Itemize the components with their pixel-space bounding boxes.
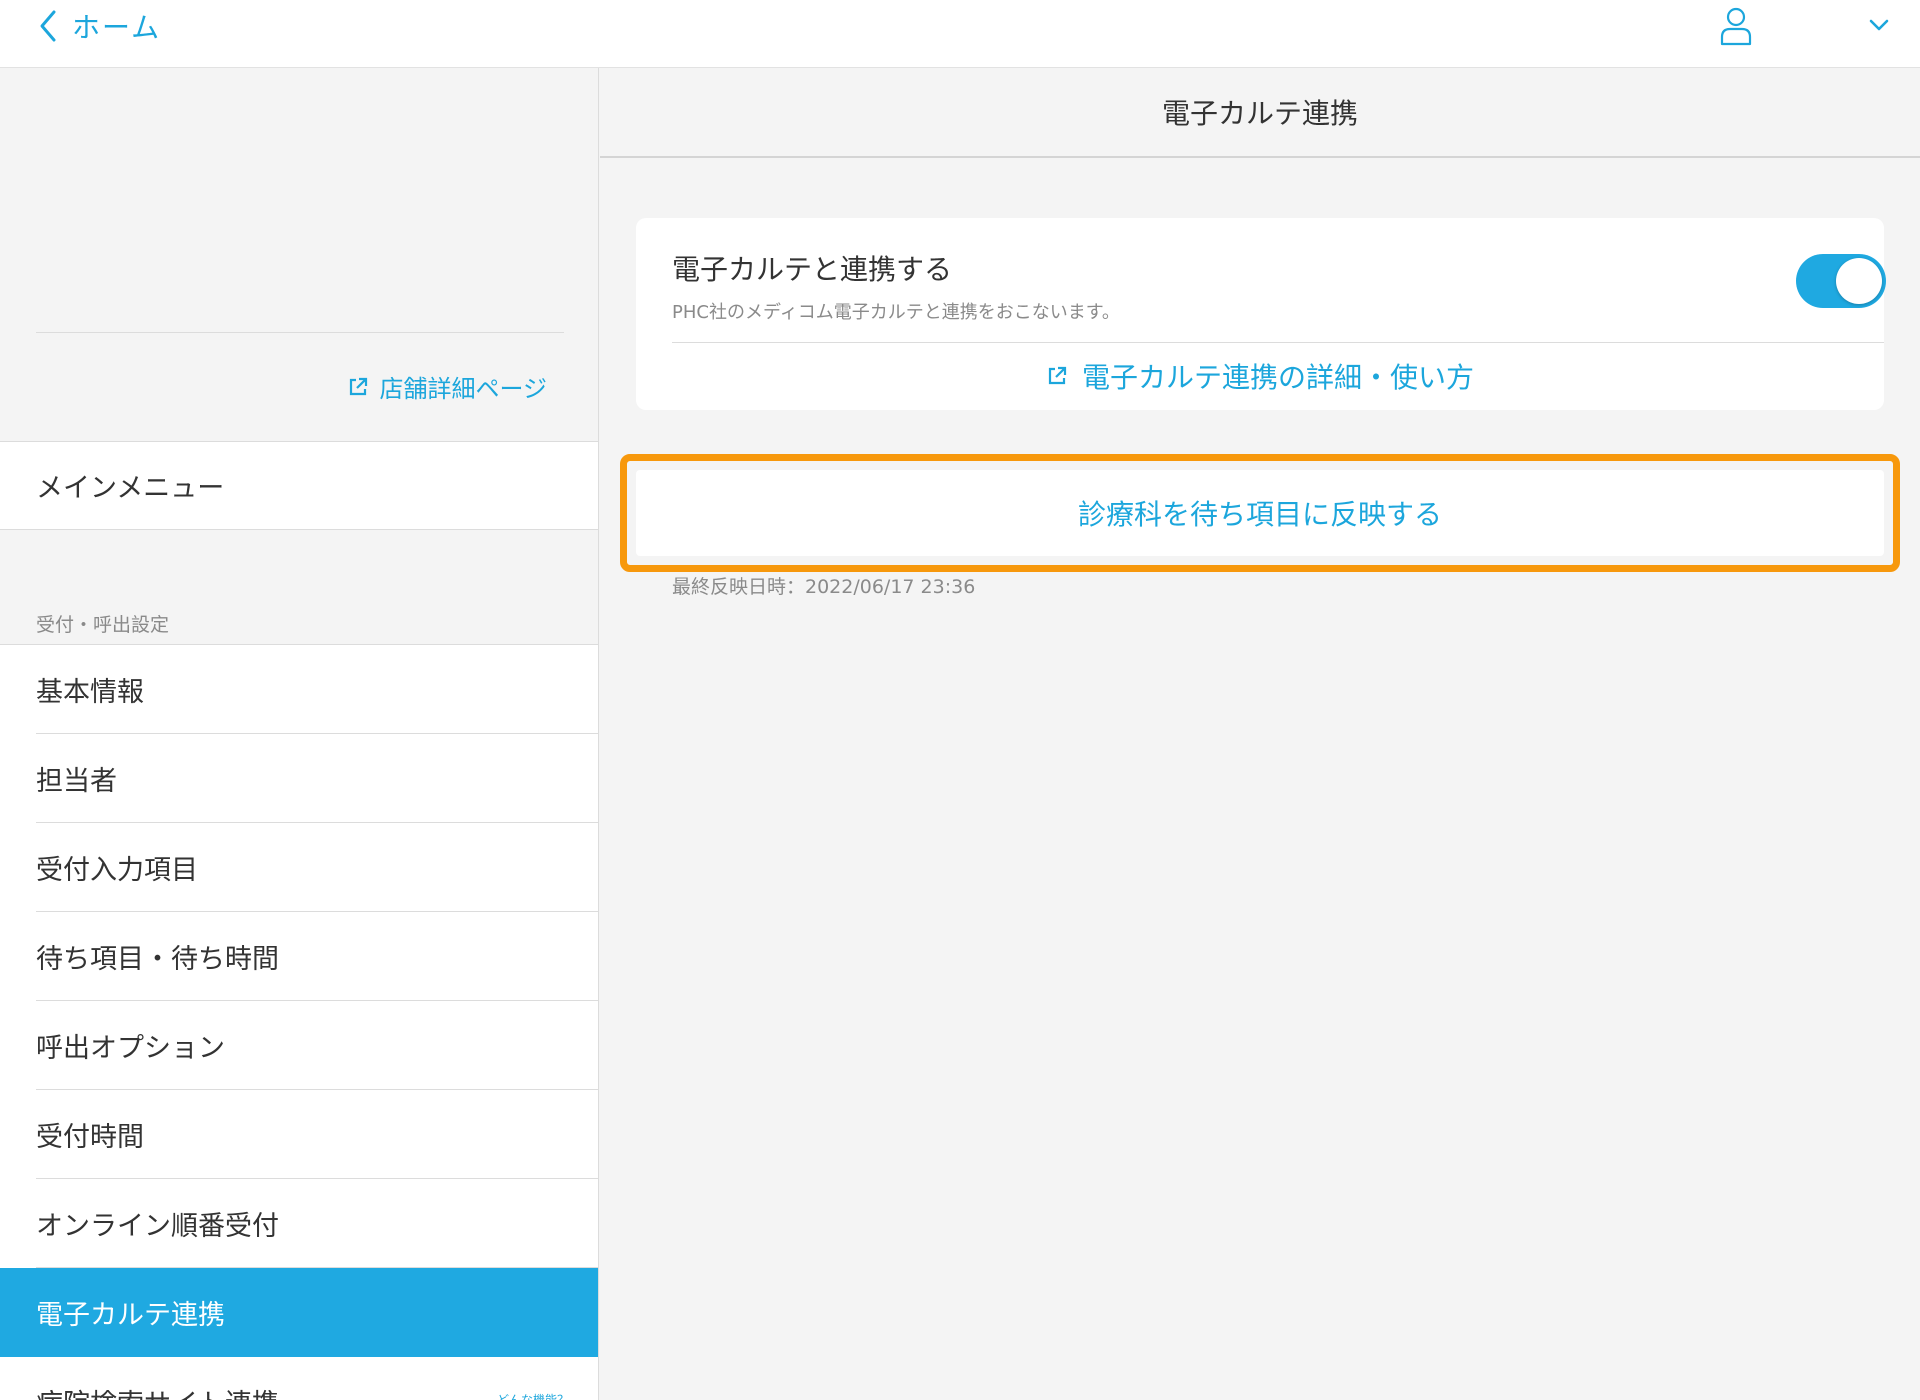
emr-detail-link[interactable]: 電子カルテ連携の詳細・使い方 [636,342,1884,410]
sidebar-item-emr-integration[interactable]: 電子カルテ連携 [0,1268,598,1357]
sidebar-item-online-reception[interactable]: オンライン順番受付 [0,1179,598,1268]
user-icon[interactable] [1719,6,1753,46]
page-title: 電子カルテ連携 [600,68,1920,158]
sidebar-item-label: 呼出オプション [36,1033,225,1064]
emr-settings-card: 電子カルテと連携する PHC社のメディコム電子カルテと連携をおこないます。 電子… [636,218,1886,410]
top-bar: ホーム [0,0,1920,68]
sidebar-item-label: 受付時間 [36,1122,144,1153]
sidebar-item-call-options[interactable]: 呼出オプション [0,1001,598,1090]
section-label: 受付・呼出設定 [36,614,170,636]
reflect-departments-button[interactable]: 診療科を待ち項目に反映する [636,470,1884,556]
sidebar-item-label: 電子カルテ連携 [36,1300,225,1331]
highlight-frame: 診療科を待ち項目に反映する [620,454,1900,572]
sidebar-item-hospital-search[interactable]: 病院検索サイト連携 どんな機能？ [0,1357,598,1400]
sidebar-item-basic-info[interactable]: 基本情報 [0,645,598,734]
sidebar-item-staff[interactable]: 担当者 [0,734,598,823]
sidebar: 店舗詳細ページ メインメニュー 受付・呼出設定 基本情報 担当者 受付入力項目 … [0,68,599,1400]
chevron-left-icon [40,10,56,42]
store-detail-link-label: 店舗詳細ページ [379,375,547,403]
sidebar-item-label: 病院検索サイト連携 [36,1382,279,1400]
sidebar-item-label: オンライン順番受付 [36,1211,279,1242]
external-link-icon [350,377,368,395]
chevron-down-icon[interactable] [1866,14,1892,36]
last-reflect-timestamp: 最終反映日時：2022/06/17 23:36 [672,576,976,598]
back-label: ホーム [72,11,162,44]
sidebar-item-label: 受付入力項目 [36,855,198,886]
feature-hint-link[interactable]: どんな機能？ [497,1391,569,1400]
settings-menu-list: 基本情報 担当者 受付入力項目 待ち項目・待ち時間 呼出オプション 受付時間 オ… [0,644,598,1400]
main-panel: 電子カルテ連携 電子カルテと連携する PHC社のメディコム電子カルテと連携をおこ… [600,68,1920,1400]
external-link-icon [1048,366,1067,385]
emr-toggle-label: 電子カルテと連携する [672,253,953,286]
emr-integration-toggle[interactable] [1796,254,1886,308]
main-menu-item[interactable]: メインメニュー [0,441,598,530]
sidebar-item-label: 担当者 [36,766,117,797]
sidebar-item-label: 基本情報 [36,677,144,708]
sidebar-item-reception-fields[interactable]: 受付入力項目 [0,823,598,912]
emr-detail-link-label: 電子カルテ連携の詳細・使い方 [1081,361,1474,394]
sidebar-item-label: 待ち項目・待ち時間 [36,944,279,975]
sidebar-item-wait-items[interactable]: 待ち項目・待ち時間 [0,912,598,1001]
store-detail-link[interactable]: 店舗詳細ページ [36,332,564,440]
sidebar-item-reception-hours[interactable]: 受付時間 [0,1090,598,1179]
toggle-knob [1836,258,1882,304]
back-button[interactable]: ホーム [36,6,161,46]
emr-toggle-description: PHC社のメディコム電子カルテと連携をおこないます。 [672,302,1120,323]
